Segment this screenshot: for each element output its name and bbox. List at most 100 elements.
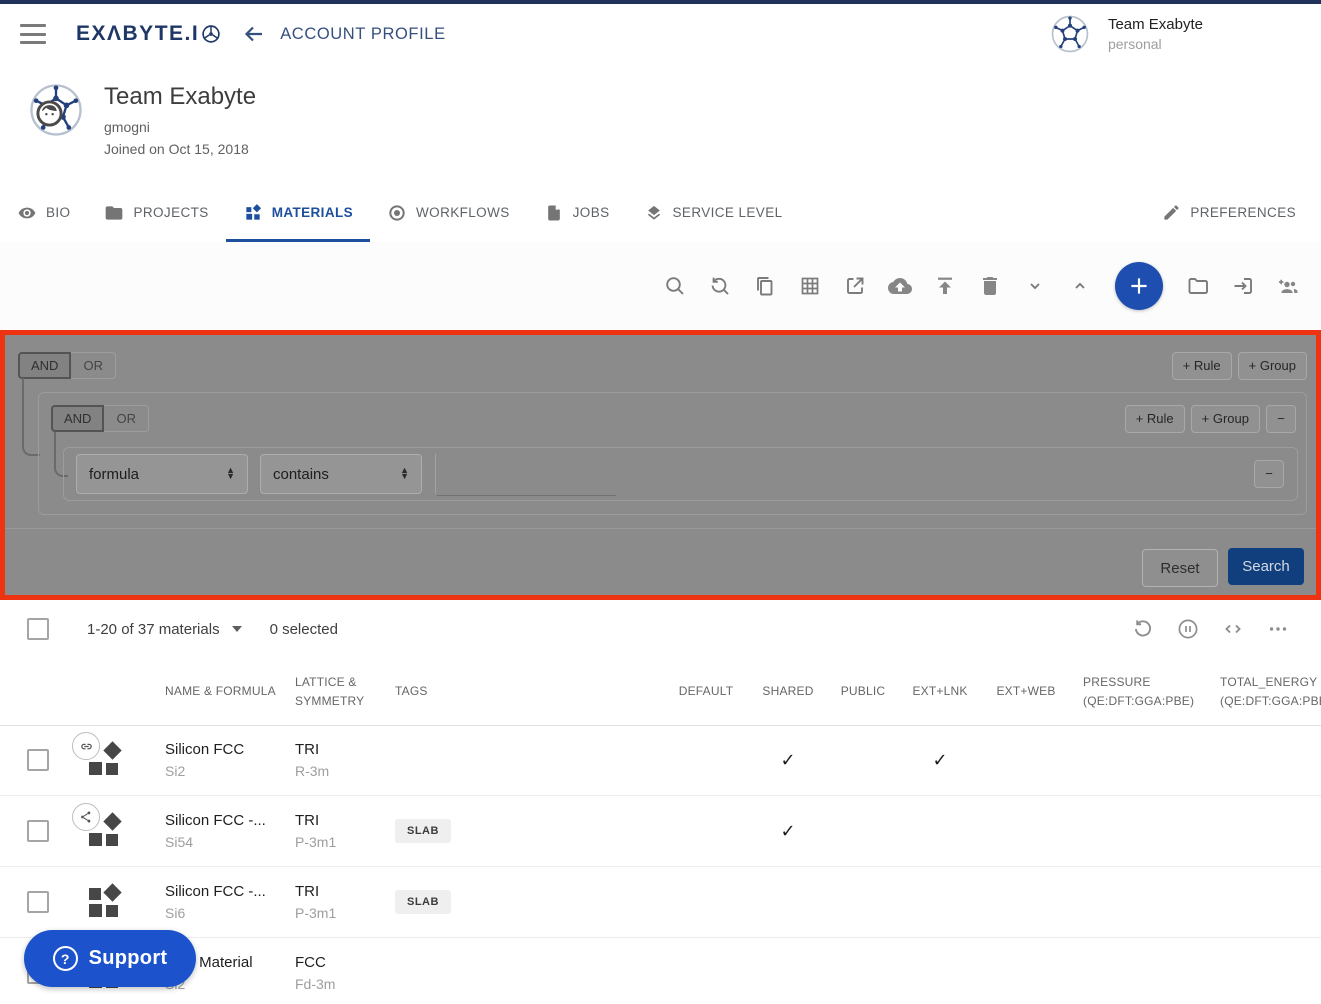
caret-down-icon [232, 626, 242, 632]
copy-icon[interactable] [753, 274, 777, 298]
column-header-total-energy[interactable]: TOTAL_ENERGY (QE:DFT:GGA:PBE) [1208, 673, 1321, 710]
rule-value-input[interactable] [437, 454, 616, 496]
page-title: ACCOUNT PROFILE [280, 25, 445, 44]
rule-remove-button[interactable]: − [1254, 460, 1284, 488]
support-button[interactable]: ? Support [24, 930, 196, 987]
group-actions: + Rule + Group − [1125, 405, 1296, 433]
lattice-type: TRI [295, 812, 390, 829]
shared-flag: ✓ [752, 821, 824, 842]
materials-table-header: NAME & FORMULA LATTICE & SYMMETRY TAGS D… [0, 658, 1321, 726]
delete-icon[interactable] [978, 274, 1002, 298]
material-formula: Si54 [165, 834, 290, 850]
group-add-rule-button[interactable]: + Rule [1125, 405, 1185, 433]
chevron-down-icon[interactable] [1023, 274, 1047, 298]
account-menu[interactable]: Team Exabyte personal [1050, 14, 1203, 54]
pause-icon[interactable] [1176, 617, 1200, 641]
column-header-public[interactable]: PUBLIC [824, 682, 902, 701]
more-icon[interactable] [1266, 617, 1290, 641]
profile-name: Team Exabyte [104, 83, 256, 111]
tags-cell: SLAB [390, 890, 660, 914]
search-icon[interactable] [663, 274, 687, 298]
tab-materials[interactable]: MATERIALS [226, 186, 370, 242]
query-footer-divider [5, 528, 1316, 529]
column-header-default[interactable]: DEFAULT [660, 682, 752, 701]
code-icon[interactable] [1221, 617, 1245, 641]
account-type: personal [1108, 36, 1203, 52]
material-formula: Si2 [165, 763, 290, 779]
logo-ball-icon [200, 23, 222, 45]
tags-cell: SLAB [390, 819, 660, 843]
folder-icon [104, 203, 124, 223]
group-and-button[interactable]: AND [51, 405, 104, 432]
column-header-ext-lnk[interactable]: EXT+LNK [902, 682, 978, 701]
row-badge [72, 803, 100, 831]
row-badge [72, 732, 100, 760]
search-button[interactable]: Search [1228, 548, 1304, 585]
column-header-tags[interactable]: TAGS [390, 682, 660, 701]
root-and-button[interactable]: AND [18, 352, 71, 379]
upload-icon[interactable] [933, 274, 957, 298]
group-add-group-button[interactable]: + Group [1191, 405, 1260, 433]
operator-select[interactable]: contains ▲▼ [260, 454, 422, 494]
reset-button[interactable]: Reset [1142, 549, 1218, 587]
symmetry-group: Fd-3m [295, 976, 390, 992]
back-arrow-icon[interactable] [242, 22, 266, 46]
group-or-button[interactable]: OR [104, 405, 149, 432]
cloud-upload-icon[interactable] [888, 274, 912, 298]
materials-actions-toolbar [0, 242, 1321, 330]
tab-preferences[interactable]: PREFERENCES [1145, 186, 1313, 242]
select-spinner-icon: ▲▼ [384, 468, 409, 479]
material-row[interactable]: Silicon FCC -... Si54 TRI P-3m1 SLAB ✓ [0, 796, 1321, 867]
open-in-new-icon[interactable] [843, 274, 867, 298]
row-checkbox[interactable] [27, 891, 49, 913]
tab-service-level[interactable]: SERVICE LEVEL [627, 186, 800, 242]
material-name: Silicon FCC -... [165, 812, 290, 829]
lattice-type: TRI [295, 883, 390, 900]
group-remove-button[interactable]: − [1266, 405, 1296, 433]
select-spinner-icon: ▲▼ [210, 468, 235, 479]
tag-chip: SLAB [395, 890, 451, 914]
search-history-icon[interactable] [708, 274, 732, 298]
query-rule-row: formula ▲▼ contains ▲▼ − [63, 447, 1298, 501]
row-checkbox[interactable] [27, 820, 49, 842]
root-add-group-button[interactable]: + Group [1238, 352, 1307, 380]
materials-rows: Silicon FCC Si2 TRI R-3m ✓ ✓ [0, 725, 1321, 1004]
column-header-shared[interactable]: SHARED [752, 682, 824, 701]
column-header-ext-web[interactable]: EXT+WEB [978, 682, 1074, 701]
refresh-icon[interactable] [1131, 617, 1155, 641]
root-add-rule-button[interactable]: + Rule [1172, 352, 1232, 380]
tab-workflows[interactable]: WORKFLOWS [370, 186, 527, 242]
rule-divider [435, 454, 436, 494]
column-header-lattice[interactable]: LATTICE & SYMMETRY [290, 673, 367, 710]
add-material-button[interactable] [1115, 262, 1163, 310]
exabyte-logo[interactable]: EXΛBYTE.I [76, 22, 222, 46]
column-header-name[interactable]: NAME & FORMULA [150, 682, 290, 701]
import-icon[interactable] [1231, 274, 1255, 298]
material-name: Silicon FCC [165, 741, 290, 758]
tab-projects[interactable]: PROJECTS [87, 186, 225, 242]
add-collaborators-icon[interactable] [1276, 274, 1300, 298]
tab-jobs[interactable]: JOBS [527, 186, 627, 242]
workflow-icon [387, 203, 407, 223]
column-header-pressure[interactable]: PRESSURE (QE:DFT:GGA:PBE) [1074, 673, 1208, 710]
material-icon [88, 886, 122, 920]
share-icon [79, 810, 93, 824]
row-checkbox[interactable] [27, 749, 49, 771]
symmetry-group: P-3m1 [295, 905, 390, 921]
tag-chip: SLAB [395, 819, 451, 843]
material-row[interactable]: New Material Si2 FCC Fd-3m [0, 938, 1321, 1004]
grid-view-icon[interactable] [798, 274, 822, 298]
pagination-dropdown[interactable]: 1-20 of 37 materials [87, 621, 242, 638]
field-select[interactable]: formula ▲▼ [76, 454, 248, 494]
material-row[interactable]: Silicon FCC -... Si6 TRI P-3m1 SLAB [0, 867, 1321, 938]
tab-bio[interactable]: BIO [0, 186, 87, 242]
list-toolbar-icons [1131, 617, 1321, 641]
chevron-up-icon[interactable] [1068, 274, 1092, 298]
query-builder-panel: AND OR + Rule + Group AND OR + Rule + Gr… [5, 335, 1316, 595]
menu-icon[interactable] [20, 24, 46, 44]
folder-icon[interactable] [1186, 274, 1210, 298]
profile-username: gmogni [104, 119, 150, 135]
material-row[interactable]: Silicon FCC Si2 TRI R-3m ✓ ✓ [0, 725, 1321, 796]
root-or-button[interactable]: OR [71, 352, 116, 379]
select-all-checkbox[interactable] [27, 618, 49, 640]
